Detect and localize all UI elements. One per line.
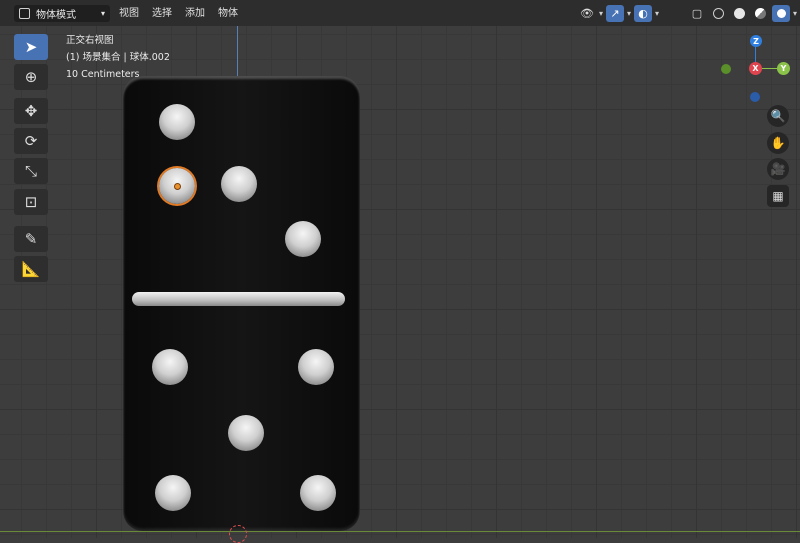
gizmo-toggle-icon[interactable]: ↗ [606, 5, 625, 22]
z-axis-dot[interactable]: Z [750, 35, 762, 47]
object-mode-icon [19, 8, 30, 19]
chevron-down-icon: ▾ [655, 9, 660, 18]
pip[interactable] [155, 475, 191, 511]
wireframe-shading-icon[interactable] [709, 5, 727, 22]
menu-object[interactable]: 物体 [213, 5, 243, 22]
pip[interactable] [221, 166, 257, 202]
annotate-tool-icon[interactable]: ✎ [14, 226, 48, 252]
measure-tool-icon[interactable]: 📐 [14, 256, 48, 282]
mode-dropdown[interactable]: 物体模式 ▾ [14, 5, 110, 22]
domino-divider[interactable] [132, 292, 345, 306]
object-info: (1) 场景集合 | 球体.002 [66, 52, 170, 63]
zoom-icon[interactable]: 🔍 [767, 105, 789, 127]
menu-add[interactable]: 添加 [180, 5, 210, 22]
move-tool-icon[interactable]: ✥ [14, 98, 48, 124]
pan-hand-icon[interactable]: ✋ [767, 132, 789, 154]
z-axis-line [237, 22, 238, 76]
viewport-header: 物体模式 ▾ 视图 选择 添加 物体 👁 ▾ ↗ ▾ ◐ ▾ ▢ ▾ [0, 0, 800, 26]
neg-y-axis-dot[interactable] [721, 64, 731, 74]
shading-controls: ▢ ▾ [688, 5, 797, 22]
transform-tool-icon[interactable]: ⊡ [14, 189, 48, 215]
pip[interactable] [228, 415, 264, 451]
pip[interactable] [285, 221, 321, 257]
menu-view[interactable]: 视图 [114, 5, 144, 22]
chevron-down-icon: ▾ [793, 9, 798, 18]
chevron-down-icon: ▾ [599, 9, 604, 18]
xray-icon[interactable]: ▢ [688, 5, 706, 22]
pip[interactable] [298, 349, 334, 385]
pip[interactable] [152, 349, 188, 385]
menu-select[interactable]: 选择 [147, 5, 177, 22]
cursor-tool-icon[interactable]: ⊕ [14, 64, 48, 90]
rendered-shading-icon[interactable] [772, 5, 790, 22]
solid-shading-icon[interactable] [730, 5, 748, 22]
visibility-icon[interactable]: 👁 [578, 5, 596, 22]
y-axis-dot[interactable]: Y [777, 62, 790, 75]
material-shading-icon[interactable] [751, 5, 769, 22]
pip[interactable] [300, 475, 336, 511]
chevron-down-icon: ▾ [627, 9, 632, 18]
selected-pip[interactable] [159, 168, 195, 204]
x-axis-dot[interactable]: X [749, 62, 762, 75]
view-name: 正交右视图 [66, 35, 114, 46]
3d-cursor-icon[interactable] [229, 525, 247, 543]
camera-icon[interactable]: 🎥 [767, 158, 789, 180]
pip[interactable] [159, 104, 195, 140]
floor-axis-line [0, 531, 800, 532]
grid-icon[interactable]: ▦ [767, 185, 789, 207]
navigation-gizmo[interactable]: Z X Y [715, 30, 795, 110]
object-origin [174, 183, 181, 190]
mode-label: 物体模式 [36, 10, 76, 21]
chevron-down-icon: ▾ [100, 9, 105, 18]
select-box-tool-icon[interactable]: ➤ [14, 34, 48, 60]
viewport-controls: 👁 ▾ ↗ ▾ ◐ ▾ [578, 5, 659, 22]
scale-tool-icon[interactable]: ⤡ [14, 158, 48, 184]
neg-z-axis-dot[interactable] [750, 92, 760, 102]
rotate-tool-icon[interactable]: ⟳ [14, 128, 48, 154]
overlay-toggle-icon[interactable]: ◐ [634, 5, 653, 22]
domino-object[interactable] [123, 76, 360, 531]
